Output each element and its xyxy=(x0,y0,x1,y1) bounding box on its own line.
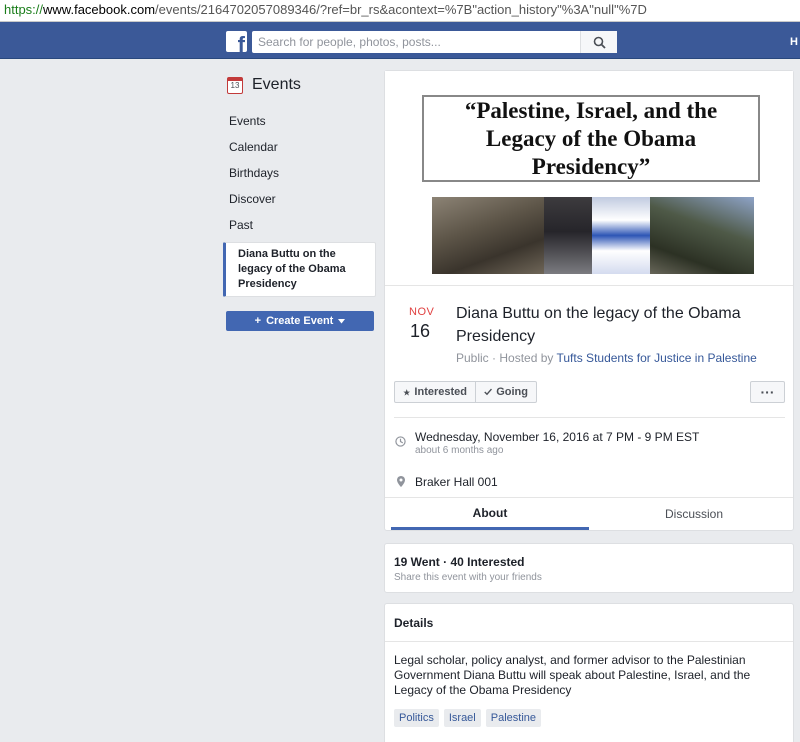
event-date-day: 16 xyxy=(410,321,431,341)
top-navigation-bar: f H xyxy=(0,22,800,59)
event-date-month: NOV xyxy=(409,306,435,318)
event-host-line: Public · Hosted by Tufts Students for Ju… xyxy=(456,351,757,365)
event-location[interactable]: Braker Hall 001 xyxy=(415,475,498,489)
checkmark-icon xyxy=(484,388,492,396)
share-prompt[interactable]: Share this event with your friends xyxy=(394,572,542,583)
more-options-button[interactable]: ··· xyxy=(750,381,785,403)
cover-title: “Palestine, Israel, and the Legacy of th… xyxy=(464,97,718,179)
event-time-relative: about 6 months ago xyxy=(415,445,504,456)
search-icon xyxy=(593,36,606,49)
tag-palestine[interactable]: Palestine xyxy=(485,709,542,727)
create-event-label: Create Event xyxy=(266,315,334,327)
star-icon xyxy=(403,388,411,396)
details-card: Details Legal scholar, policy analyst, a… xyxy=(384,603,794,742)
tab-discussion[interactable]: Discussion xyxy=(595,498,793,530)
logo-letter: f xyxy=(237,32,245,53)
clock-icon xyxy=(395,436,406,447)
event-tabs: About Discussion xyxy=(385,497,793,530)
url-host: www.facebook.com xyxy=(43,2,156,17)
tag-israel[interactable]: Israel xyxy=(443,709,481,727)
url-scheme: https:// xyxy=(4,2,44,17)
sidebar-item-current-event[interactable]: Diana Buttu on the legacy of the Obama P… xyxy=(223,242,376,297)
plus-icon: + xyxy=(254,315,262,327)
divider xyxy=(394,417,785,418)
sidebar-item-past[interactable]: Past xyxy=(223,212,376,238)
url-path: /events/2164702057089346/?ref=br_rs&acon… xyxy=(155,2,647,17)
profile-link[interactable]: H xyxy=(790,36,798,48)
going-button[interactable]: Going xyxy=(475,381,537,403)
interested-label: Interested xyxy=(414,386,467,398)
details-description: Legal scholar, policy analyst, and forme… xyxy=(394,653,751,697)
caret-down-icon xyxy=(338,318,346,323)
attendance-card: 19 Went · 40 Interested Share this event… xyxy=(384,543,794,593)
going-label: Going xyxy=(496,386,528,398)
sidebar-item-calendar[interactable]: Calendar xyxy=(223,134,376,160)
sidebar-header: 13 Events xyxy=(223,72,376,98)
sidebar-item-events[interactable]: Events xyxy=(223,108,376,134)
search-box xyxy=(252,31,617,53)
location-pin-icon xyxy=(397,476,405,487)
event-tags: Politics Israel Palestine xyxy=(394,709,542,727)
create-event-button[interactable]: + Create Event xyxy=(226,311,374,331)
attendance-counts[interactable]: 19 Went · 40 Interested xyxy=(394,555,525,569)
tab-about[interactable]: About xyxy=(391,498,589,530)
search-input[interactable] xyxy=(252,31,580,53)
cover-photo-strip xyxy=(432,197,754,274)
event-card: “Palestine, Israel, and the Legacy of th… xyxy=(384,70,794,531)
calendar-icon: 13 xyxy=(227,76,243,94)
search-button[interactable] xyxy=(580,31,617,53)
browser-address-bar[interactable]: https://www.facebook.com/events/21647020… xyxy=(0,0,800,22)
details-heading: Details xyxy=(385,604,793,642)
cover-photo-3 xyxy=(592,197,650,274)
event-privacy: Public · Hosted by xyxy=(456,351,557,365)
interested-button[interactable]: Interested xyxy=(394,381,476,403)
sidebar-title[interactable]: Events xyxy=(252,76,301,94)
sidebar-item-birthdays[interactable]: Birthdays xyxy=(223,160,376,186)
tag-politics[interactable]: Politics xyxy=(394,709,439,727)
cover-photo-2 xyxy=(544,197,592,274)
cover-photo-1 xyxy=(432,197,544,274)
event-cover-photo[interactable]: “Palestine, Israel, and the Legacy of th… xyxy=(385,71,793,286)
event-title: Diana Buttu on the legacy of the Obama P… xyxy=(456,305,741,345)
cover-photo-4 xyxy=(650,197,754,274)
event-host-link[interactable]: Tufts Students for Justice in Palestine xyxy=(557,351,757,365)
events-sidebar: 13 Events Events Calendar Birthdays Disc… xyxy=(223,72,376,331)
sidebar-item-discover[interactable]: Discover xyxy=(223,186,376,212)
facebook-logo-icon[interactable]: f xyxy=(226,31,247,52)
event-time[interactable]: Wednesday, November 16, 2016 at 7 PM - 9… xyxy=(415,430,699,444)
cover-title-box: “Palestine, Israel, and the Legacy of th… xyxy=(422,95,760,182)
